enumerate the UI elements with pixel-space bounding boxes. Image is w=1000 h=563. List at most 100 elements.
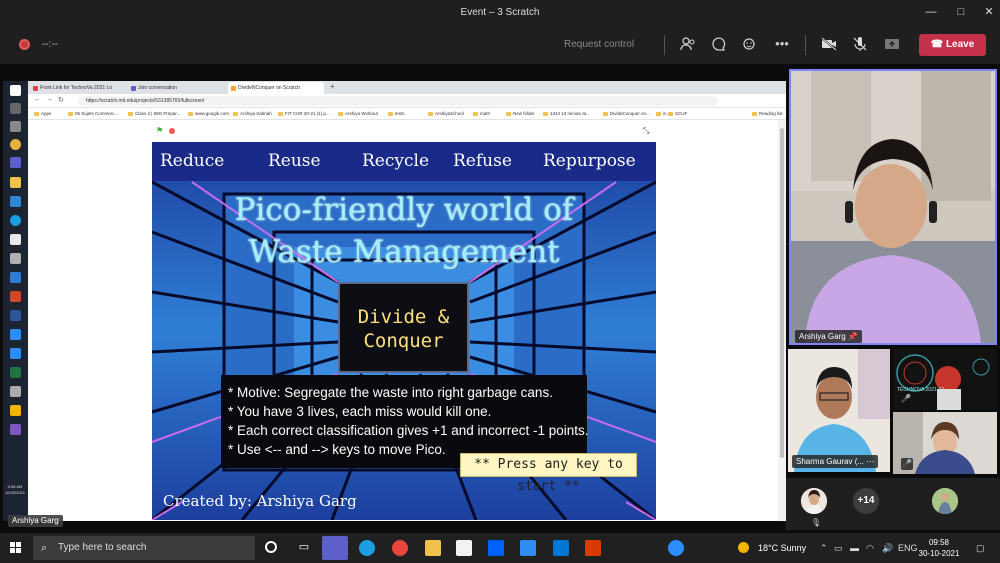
- bookmark-item[interactable]: www.google.com: [188, 110, 229, 118]
- windows-start-icon[interactable]: [10, 542, 22, 554]
- menu-reduce[interactable]: Reduce: [160, 151, 224, 171]
- bookmark-item[interactable]: Reading list: [752, 110, 783, 118]
- battery-icon[interactable]: ▬: [850, 543, 859, 553]
- stop-icon[interactable]: [169, 128, 175, 134]
- bookmark-item[interactable]: FIT CUR 20-21 (1).p...: [278, 110, 330, 118]
- mail-icon[interactable]: [553, 540, 569, 556]
- tab-label: Join conversation: [138, 85, 177, 91]
- app-icon[interactable]: [520, 540, 536, 556]
- bookmark-item[interactable]: Arshiya Sabnah: [233, 110, 272, 118]
- network-icon[interactable]: ▭: [834, 543, 843, 554]
- maximize-icon[interactable]: □: [954, 5, 968, 19]
- edge-icon[interactable]: [359, 540, 375, 556]
- cortana-icon[interactable]: [265, 541, 277, 553]
- conquer-label: Conquer: [363, 330, 444, 352]
- app-icon: [10, 234, 21, 245]
- camera-off-icon[interactable]: [821, 36, 837, 52]
- participant-tile[interactable]: 🎤: [893, 412, 997, 474]
- bookmark-item[interactable]: in: [656, 110, 667, 118]
- reactions-icon[interactable]: [742, 36, 758, 52]
- weather-text[interactable]: 18°C Sunny: [758, 543, 806, 553]
- chat-icon[interactable]: [711, 36, 727, 52]
- bookmark-item[interactable]: DivideConquer on...: [603, 110, 650, 118]
- forward-icon[interactable]: →: [46, 96, 53, 103]
- favicon-icon: [33, 86, 38, 91]
- more-options-icon[interactable]: •••: [774, 36, 790, 52]
- more-participants-button[interactable]: +14: [853, 488, 879, 514]
- app-icon: [10, 424, 21, 435]
- notification-icon[interactable]: ▢: [976, 543, 985, 554]
- back-icon[interactable]: ←: [34, 96, 41, 103]
- more-icon[interactable]: ⋯: [866, 457, 874, 466]
- toolbar-divider: [805, 35, 806, 55]
- bookmark-item[interactable]: 1344 13 minute at...: [543, 110, 590, 118]
- bookmark-item[interactable]: SCUF: [668, 110, 687, 118]
- bookmark-item[interactable]: ArshiyaSchool: [428, 110, 464, 118]
- app-icon: [10, 272, 21, 283]
- language-indicator[interactable]: ENG: [898, 543, 918, 553]
- bookmark-item[interactable]: New folder: [506, 110, 535, 118]
- bookmark-item[interactable]: Class 3 | IMO Prepar...: [128, 110, 180, 118]
- office-icon[interactable]: [585, 540, 601, 556]
- leave-button[interactable]: ☎ Leave: [919, 34, 986, 56]
- participant-avatar[interactable]: [801, 488, 827, 514]
- url-field[interactable]: https://scratch.mit.edu/projects/5313857…: [78, 96, 718, 106]
- mic-off-icon[interactable]: [852, 36, 868, 52]
- press-any-key-banner[interactable]: ** Press any key to start **: [460, 453, 637, 494]
- bookmark-item[interactable]: tests: [388, 110, 405, 118]
- edge-icon: [10, 215, 21, 226]
- file-explorer-icon[interactable]: [425, 540, 441, 556]
- close-icon[interactable]: ✕: [982, 5, 996, 19]
- clock-date: 30-10-2021: [918, 549, 960, 558]
- presenter-name-label: Arshiya Garg: [8, 515, 63, 527]
- menu-reuse[interactable]: Reuse: [268, 151, 321, 171]
- windows-taskbar: ⌕ Type here to search ▭ 18°C Sunny ⌃ ▭ ▬…: [0, 533, 1000, 563]
- dropbox-icon[interactable]: [488, 540, 504, 556]
- app-icon: [10, 348, 21, 359]
- wifi-icon[interactable]: ◠: [866, 543, 874, 554]
- reload-icon[interactable]: ↻: [58, 96, 64, 104]
- bookmark-item[interactable]: math: [473, 110, 490, 118]
- credit-text: Created by: Arshiya Garg: [163, 492, 357, 510]
- word-icon: [10, 310, 21, 321]
- bookmark-item[interactable]: 06 Sujets Commerc...: [68, 110, 118, 118]
- start-icon: [10, 85, 21, 96]
- taskbar-search-input[interactable]: ⌕ Type here to search: [33, 536, 255, 560]
- menu-refuse[interactable]: Refuse: [453, 151, 512, 171]
- menu-recycle[interactable]: Recycle: [362, 151, 429, 171]
- bookmark-item[interactable]: Arshiya Workout: [338, 110, 378, 118]
- participants-icon[interactable]: [680, 36, 696, 52]
- tab-scratch[interactable]: DivideNConquer on Scratch: [228, 82, 324, 94]
- stage-menu-bar: Reduce Reuse Recycle Refuse Repurpose: [152, 142, 656, 181]
- green-flag-icon[interactable]: ⚑: [156, 127, 163, 135]
- request-control-button[interactable]: Request control: [564, 39, 634, 50]
- taskview-icon: [10, 121, 21, 132]
- new-tab-icon[interactable]: +: [330, 82, 335, 91]
- chrome-icon[interactable]: [392, 540, 408, 556]
- folder-icon: [10, 177, 21, 188]
- leave-label: Leave: [945, 39, 975, 50]
- participant-tile[interactable]: TECHNOVA 2021-22 🎤: [893, 349, 997, 410]
- task-view-icon[interactable]: ▭: [296, 540, 312, 556]
- store-icon[interactable]: [456, 540, 472, 556]
- minimize-icon[interactable]: —: [924, 5, 938, 19]
- scratch-stage[interactable]: Reduce Reuse Recycle Refuse Repurpose Pi…: [152, 142, 656, 520]
- taskbar-clock[interactable]: 09:58 30-10-2021: [918, 537, 960, 559]
- exit-fullscreen-icon[interactable]: ⤡: [643, 126, 649, 136]
- teams-taskbar-icon[interactable]: [322, 536, 348, 560]
- scrollbar[interactable]: [778, 120, 786, 521]
- tab-join-conversation[interactable]: Join conversation: [128, 82, 218, 94]
- help-icon[interactable]: [668, 540, 684, 556]
- share-screen-icon[interactable]: [884, 36, 900, 52]
- presenter-taskbar: [3, 81, 28, 521]
- participant-tile[interactable]: Sharma Gaurav (... ⋯: [788, 349, 890, 472]
- chevron-up-icon[interactable]: ⌃: [820, 543, 828, 554]
- volume-icon[interactable]: 🔊: [882, 543, 893, 554]
- game-title-line1: Pico-friendly world of: [234, 192, 574, 228]
- menu-repurpose[interactable]: Repurpose: [543, 151, 636, 171]
- participant-avatar[interactable]: [932, 488, 958, 514]
- bookmark-item[interactable]: Apps: [34, 110, 51, 118]
- scrollbar-thumb[interactable]: [780, 128, 784, 458]
- tab-frontlink[interactable]: Front Link for TechnoVa 2021 Lo: [30, 82, 118, 94]
- active-speaker-video[interactable]: Arshiya Garg 📌: [789, 69, 997, 345]
